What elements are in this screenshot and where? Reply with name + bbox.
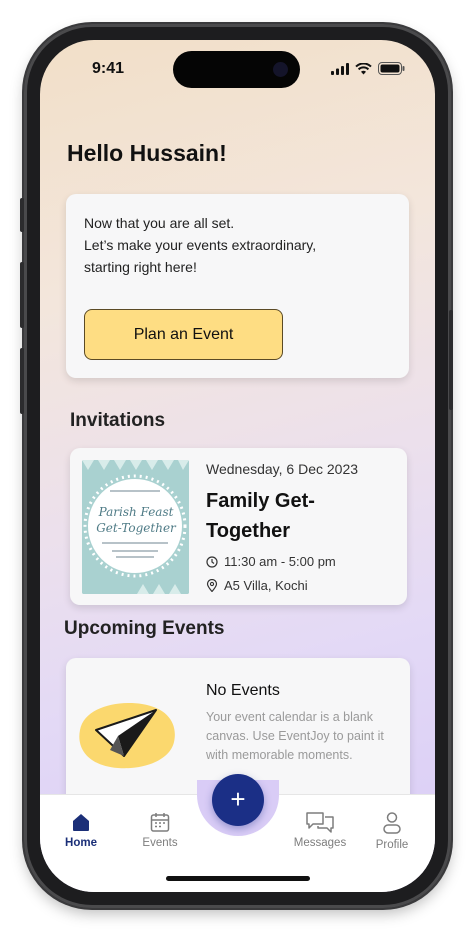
home-indicator[interactable] [166,876,310,881]
upcoming-heading: Upcoming Events [64,618,225,639]
dynamic-island [173,51,300,88]
add-event-button[interactable]: + [212,774,264,826]
invitation-time: 11:30 am - 5:00 pm [224,554,336,569]
volume-up-button [20,262,24,328]
battery-icon [378,62,405,75]
invitation-location-row: A5 Villa, Kochi [206,578,308,593]
invitation-title: Family Get-Together [206,490,315,542]
location-pin-icon [206,579,218,592]
welcome-message: Now that you are all set. Let’s make you… [84,212,316,278]
no-events-description: Your event calendar is a blank canvas. U… [206,710,384,762]
nav-home-label: Home [65,837,97,849]
greeting-title: Hello Hussain! [67,140,227,166]
volume-down-button [20,348,24,414]
invitation-card[interactable]: Parish Feast Get-Together Wednesday, 6 D… [70,448,407,605]
plan-event-button[interactable]: Plan an Event [84,309,283,360]
app-screen: 9:41 Hello Hussain! Now that you are all… [40,40,435,892]
nav-messages[interactable]: Messages [290,811,350,849]
invitation-thumbnail: Parish Feast Get-Together [82,460,189,594]
welcome-line: Now that you are all set. [84,215,235,231]
nav-events-label: Events [142,837,178,849]
invitation-time-row: 11:30 am - 5:00 pm [206,554,336,569]
nav-messages-label: Messages [293,837,347,849]
welcome-card: Now that you are all set. Let’s make you… [66,194,409,378]
welcome-line: starting right here! [84,259,197,275]
status-icons [331,62,405,75]
nav-profile[interactable]: Profile [362,811,422,851]
status-time: 9:41 [92,60,125,77]
power-button [449,310,453,410]
paper-plane-illustration [79,703,175,769]
clock-icon [206,555,218,568]
profile-icon [383,812,401,834]
nav-profile-label: Profile [375,839,409,851]
nav-home[interactable]: Home [51,811,111,849]
calendar-icon [150,813,170,832]
action-button [20,198,24,232]
welcome-line: Let’s make your events extraordinary, [84,237,317,253]
home-icon [73,814,89,831]
invitation-location: A5 Villa, Kochi [224,578,308,593]
invitation-thumb-text: Parish Feast Get-Together [96,505,176,535]
messages-icon [306,812,334,833]
signal-icon [331,62,349,75]
invitations-heading: Invitations [70,410,166,431]
plus-icon: + [230,784,246,814]
no-events-title: No Events [206,682,280,699]
wifi-icon [355,62,372,74]
nav-events[interactable]: Events [130,811,190,849]
invitation-date: Wednesday, 6 Dec 2023 [206,461,359,477]
